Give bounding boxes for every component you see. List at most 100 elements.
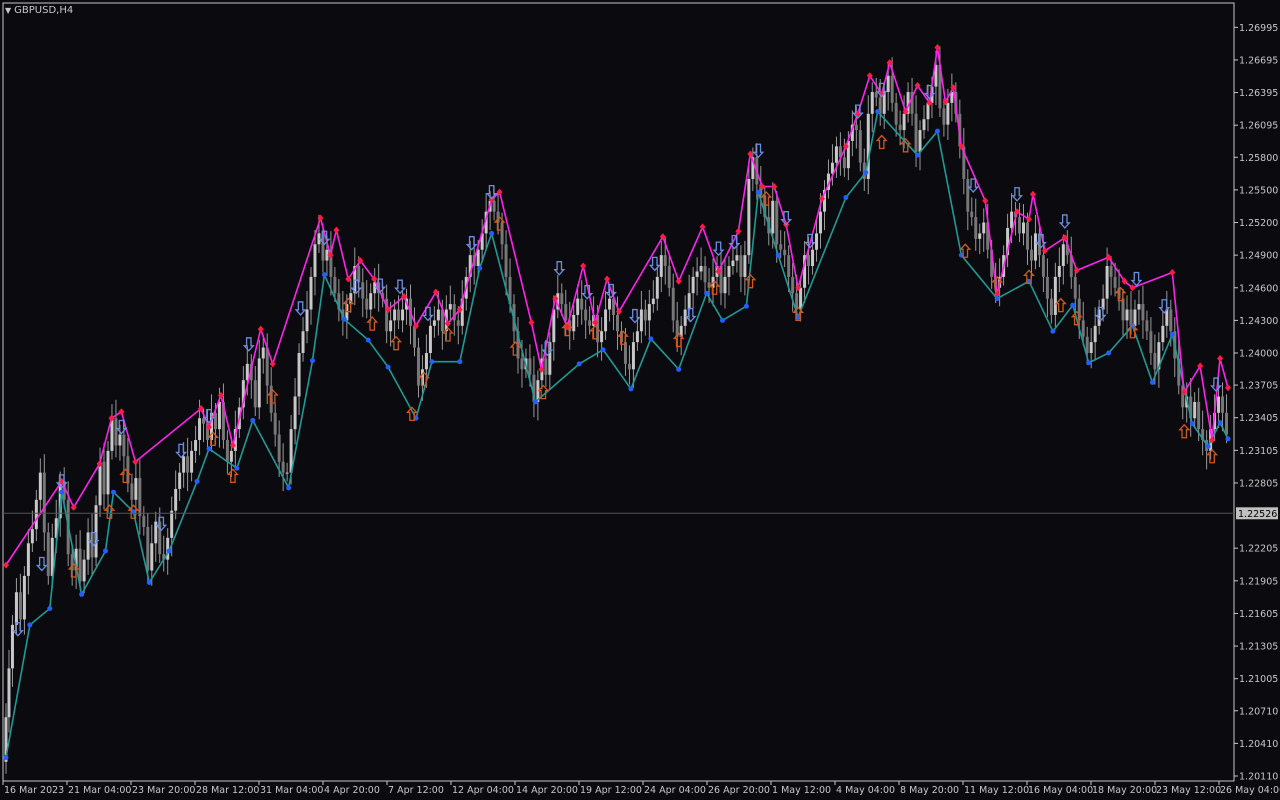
trough-dot (59, 489, 65, 495)
candle-body (942, 108, 946, 125)
candle-body (723, 276, 727, 294)
lower-zigzag-line (5, 109, 1229, 758)
candle-body (1029, 249, 1033, 261)
candle-body (922, 119, 926, 131)
trough-dot (775, 252, 781, 258)
candle-body (651, 298, 655, 305)
candle-body (217, 401, 221, 430)
candle-body (118, 434, 122, 446)
trough-dot (250, 417, 256, 423)
candle-body (1145, 320, 1149, 332)
candle-body (18, 592, 22, 620)
candle-body (771, 200, 775, 234)
x-tick-label: 14 Apr 20:00 (516, 785, 578, 796)
peak-diamond (699, 223, 706, 231)
candle-body (616, 314, 619, 332)
sell-arrow-icon (752, 143, 765, 159)
candle-body (1085, 336, 1089, 354)
trough-dot (1050, 328, 1056, 334)
candle-body (86, 532, 90, 560)
candle-body (134, 478, 138, 500)
candle-body (1169, 309, 1173, 332)
y-tick-label: 1.26095 (1239, 121, 1278, 132)
candle-body (604, 309, 608, 332)
triangle-down-icon[interactable]: ▼ (5, 6, 11, 15)
trough-dot (321, 272, 327, 278)
peak-diamond (1041, 247, 1048, 255)
candle-body (1057, 266, 1061, 277)
y-tick-label: 1.21305 (1239, 642, 1278, 653)
candle-body (130, 483, 134, 500)
candle-body (643, 309, 647, 321)
sell-arrow-icon (628, 308, 641, 324)
candle-body (178, 472, 182, 489)
candle-body (1018, 217, 1022, 234)
candle-body (7, 668, 11, 718)
sell-arrow-icon (175, 443, 188, 459)
peak-diamond (118, 408, 125, 416)
y-tick-label: 1.21905 (1239, 576, 1278, 587)
peak-diamond (580, 262, 587, 270)
candle-body (182, 456, 186, 473)
candle-body (393, 309, 397, 321)
peak-diamond (317, 214, 324, 222)
sell-arrow-icon (553, 261, 566, 276)
trough-dot (1070, 302, 1076, 308)
trough-dot (915, 152, 921, 158)
candle-body (894, 102, 898, 125)
candle-body (389, 320, 393, 332)
candle-body (819, 211, 823, 234)
candle-body (982, 222, 986, 234)
candle-body (576, 298, 580, 315)
candle-body (158, 521, 162, 555)
candle-body (1109, 266, 1113, 277)
trough-dot (429, 359, 435, 365)
sell-arrow-icon (294, 301, 307, 316)
x-tick-label: 31 Mar 04:00 (260, 785, 323, 796)
candle-body (202, 418, 206, 424)
trough-dot (755, 189, 761, 195)
candle-body (783, 249, 787, 256)
peak-diamond (675, 277, 682, 285)
sell-arrow-icon (1058, 214, 1071, 229)
candle-body (1049, 298, 1053, 315)
candle-body (1061, 244, 1065, 267)
chart-window[interactable]: 1.26995 1.26695 1.26395 1.26095 1.25800 1.255… (0, 0, 1280, 800)
candle-body (174, 488, 178, 511)
peak-diamond (1217, 354, 1224, 362)
sell-arrow-icon (465, 236, 478, 251)
candle-body (623, 342, 627, 364)
trough-dot (719, 317, 725, 323)
candle-body (150, 543, 154, 571)
candle-body (1149, 331, 1153, 354)
peak-diamond (604, 275, 611, 283)
x-tick-label: 16 May 04:00 (1028, 785, 1093, 796)
x-tick-label: 18 May 20:00 (1092, 785, 1157, 796)
upper-zigzag-line (5, 47, 1229, 566)
candle-body (858, 130, 862, 163)
trough-dot (1189, 421, 1195, 427)
candle-body (428, 325, 432, 354)
sell-arrow-icon (712, 241, 725, 257)
candle-body (707, 282, 711, 288)
candle-body (114, 418, 118, 446)
candle-body (671, 287, 675, 321)
candle-body (1217, 396, 1221, 413)
trough-dot (286, 485, 292, 491)
trough-dot (1149, 379, 1155, 385)
price-chart[interactable]: 1.26995 1.26695 1.26395 1.26095 1.25800 1.255… (0, 0, 1280, 800)
candle-body (727, 266, 731, 277)
candle-body (1221, 396, 1225, 413)
candle-body (142, 516, 146, 527)
candle-body (683, 309, 687, 326)
chart-title-bar: ▼ GBPUSD,H4 (5, 3, 73, 17)
peak-diamond (333, 226, 340, 234)
candle-body (106, 450, 110, 495)
candle-body (424, 353, 428, 370)
trough-dot (166, 548, 172, 554)
candle-body (544, 358, 548, 375)
trough-dot (79, 591, 85, 597)
candle-body (886, 75, 890, 93)
candle-body (297, 353, 301, 397)
candle-body (914, 113, 918, 152)
